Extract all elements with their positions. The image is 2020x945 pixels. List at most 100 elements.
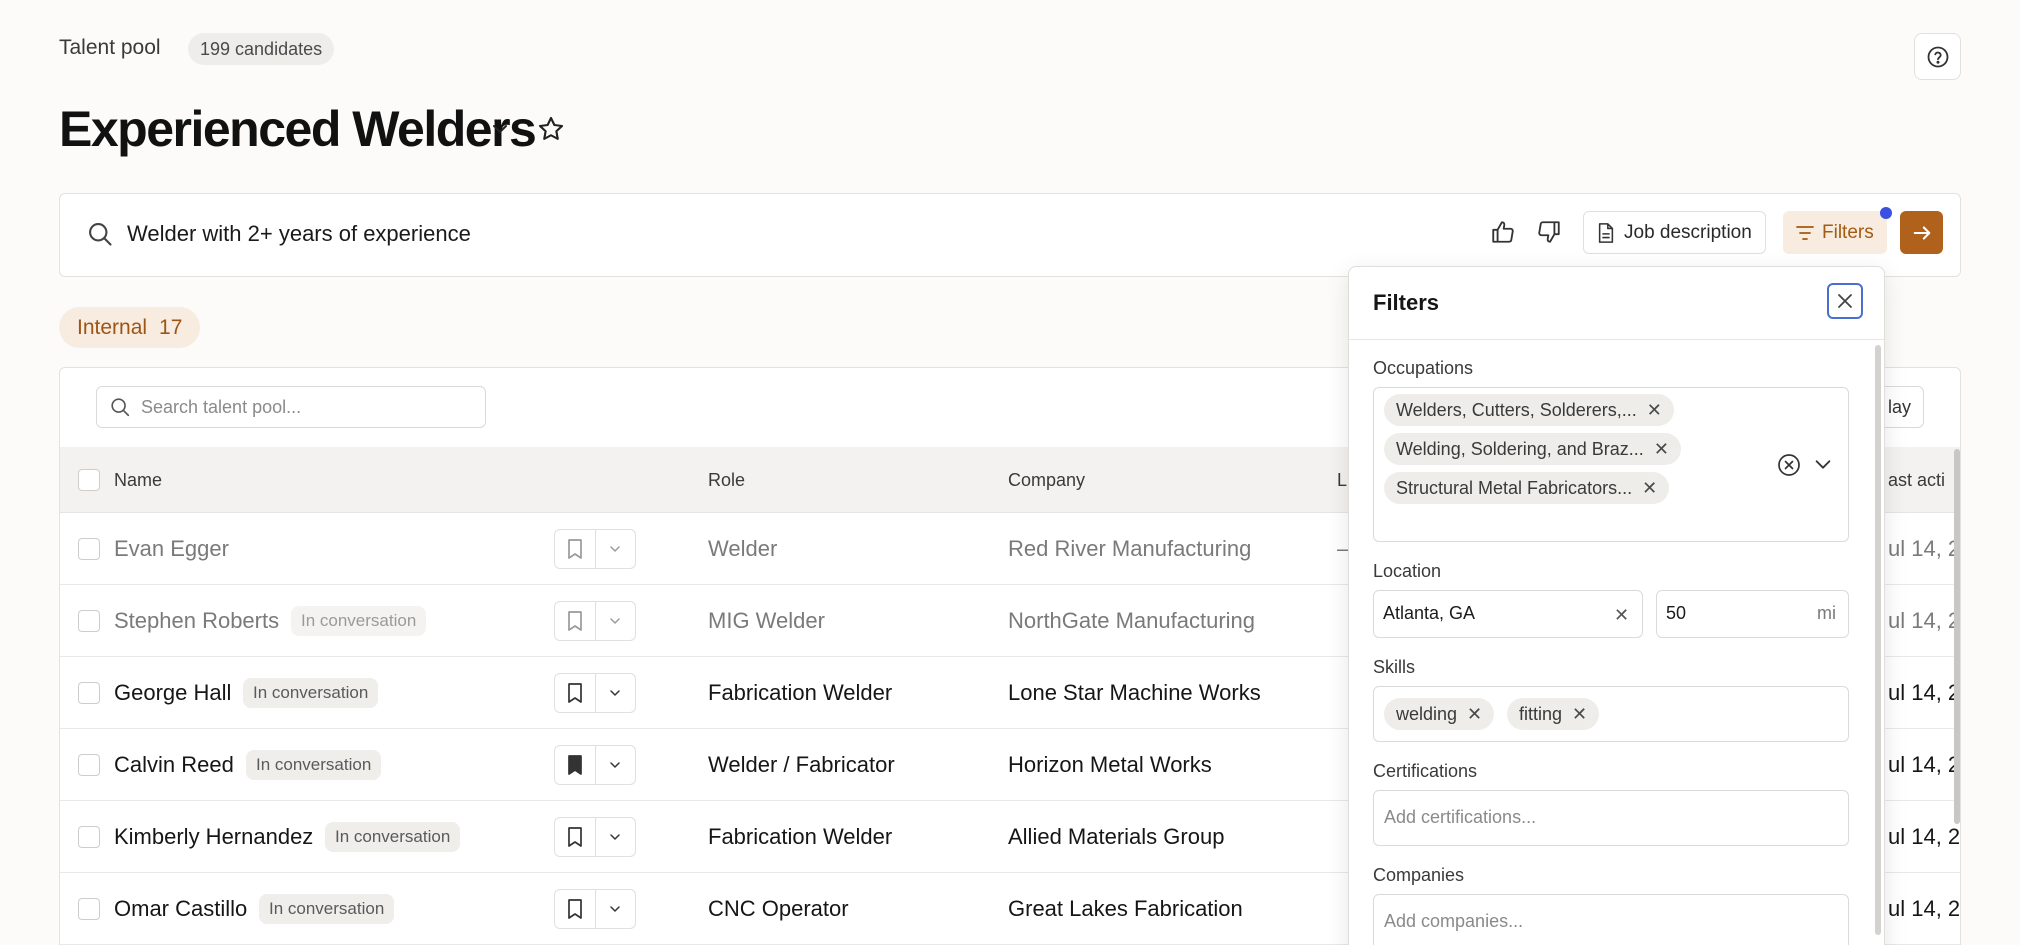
skill-chip-label: welding [1396, 703, 1458, 724]
tab-internal-label: Internal [77, 315, 148, 339]
table-scrollbar[interactable] [1954, 449, 1960, 824]
status-badge: In conversation [246, 750, 382, 780]
row-actions [554, 745, 636, 785]
companies-placeholder: Add companies... [1384, 911, 1524, 931]
occupation-chip-label: Welders, Cutters, Solderers,... [1396, 399, 1637, 420]
title-dropdown-chevron-icon[interactable] [488, 117, 512, 141]
occupations-chevron-down-icon[interactable] [1812, 453, 1834, 475]
help-icon [1926, 45, 1950, 69]
skill-chip: welding ✕ [1384, 698, 1495, 730]
row-select-checkbox[interactable] [78, 610, 100, 632]
document-icon [1597, 222, 1615, 243]
job-description-button[interactable]: Job description [1583, 211, 1766, 254]
candidate-last-activity: ul 14, 2 [1888, 536, 1961, 561]
row-select-checkbox[interactable] [78, 682, 100, 704]
status-badge: In conversation [291, 606, 427, 636]
bookmark-icon[interactable] [555, 674, 596, 712]
occupation-chip-label: Structural Metal Fabricators... [1396, 477, 1633, 498]
candidate-role: Welder [708, 536, 778, 561]
candidate-role: Welder / Fabricator [708, 752, 895, 777]
breadcrumb[interactable]: Talent pool [59, 36, 161, 60]
occupation-chip-label: Welding, Soldering, and Braz... [1396, 438, 1644, 459]
chevron-down-icon[interactable] [596, 530, 636, 568]
candidate-role: MIG Welder [708, 608, 825, 633]
submit-query-button[interactable] [1900, 211, 1943, 254]
remove-chip-icon[interactable]: ✕ [1642, 478, 1657, 499]
occupation-chip: Welding, Soldering, and Braz... ✕ [1384, 433, 1681, 465]
talent-pool-search-input[interactable] [141, 396, 461, 418]
clear-location-icon[interactable]: ✕ [1614, 605, 1629, 626]
row-select-checkbox[interactable] [78, 898, 100, 920]
bookmark-icon[interactable] [555, 602, 596, 640]
chevron-down-icon[interactable] [596, 746, 636, 784]
candidate-name[interactable]: Kimberly Hernandez [114, 824, 313, 850]
row-actions [554, 889, 636, 929]
skill-chip: fitting ✕ [1507, 698, 1600, 730]
radius-unit: mi [1817, 603, 1836, 623]
search-icon [86, 220, 114, 248]
bookmark-icon[interactable] [555, 818, 596, 856]
close-icon [1836, 292, 1854, 310]
candidate-name[interactable]: Calvin Reed [114, 752, 234, 778]
candidate-company: Great Lakes Fabrication [1008, 896, 1243, 921]
skills-label: Skills [1373, 657, 1416, 677]
bookmark-icon[interactable] [555, 890, 596, 928]
chevron-down-icon[interactable] [596, 674, 636, 712]
filters-scrollbar[interactable] [1875, 345, 1881, 935]
favorite-star-icon[interactable] [536, 114, 566, 144]
bookmark-icon[interactable] [555, 746, 596, 784]
filters-button[interactable]: Filters [1783, 211, 1887, 254]
close-filters-button[interactable] [1827, 283, 1863, 319]
column-header-role[interactable]: Role [708, 470, 745, 491]
candidate-name[interactable]: Stephen Roberts [114, 608, 279, 634]
candidate-last-activity: ul 14, 2 [1888, 608, 1961, 633]
tab-internal[interactable]: Internal 17 [59, 307, 201, 348]
chevron-down-icon[interactable] [596, 818, 636, 856]
candidate-role: Fabrication Welder [708, 680, 893, 705]
tab-internal-count: 17 [159, 315, 183, 339]
remove-chip-icon[interactable]: ✕ [1654, 439, 1669, 460]
column-header-name[interactable]: Name [114, 470, 162, 491]
row-select-checkbox[interactable] [78, 754, 100, 776]
chevron-down-icon[interactable] [596, 602, 636, 640]
search-icon [109, 396, 131, 418]
occupations-label: Occupations [1373, 358, 1474, 378]
certifications-placeholder: Add certifications... [1384, 807, 1537, 827]
candidate-name[interactable]: George Hall [114, 680, 231, 706]
row-select-checkbox[interactable] [78, 538, 100, 560]
bookmark-icon[interactable] [555, 530, 596, 568]
select-all-checkbox[interactable] [78, 469, 100, 491]
column-header-company[interactable]: Company [1008, 470, 1085, 491]
candidate-role: CNC Operator [708, 896, 849, 921]
job-description-label: Job description [1624, 221, 1752, 243]
remove-chip-icon[interactable]: ✕ [1467, 704, 1482, 725]
thumbs-up-icon[interactable] [1490, 219, 1516, 245]
location-value: Atlanta, GA [1383, 603, 1476, 623]
row-select-checkbox[interactable] [78, 826, 100, 848]
filters-panel-title: Filters [1373, 290, 1440, 315]
column-header-location[interactable]: L [1337, 470, 1347, 491]
column-header-last-activity[interactable]: ast acti [1888, 470, 1945, 491]
remove-chip-icon[interactable]: ✕ [1647, 400, 1662, 421]
candidate-last-activity: ul 14, 2 [1888, 824, 1961, 849]
candidate-name[interactable]: Evan Egger [114, 536, 229, 562]
row-actions [554, 601, 636, 641]
page-title: Experienced Welders [59, 101, 537, 157]
companies-label: Companies [1373, 865, 1465, 885]
candidate-company: NorthGate Manufacturing [1008, 608, 1256, 633]
certifications-label: Certifications [1373, 761, 1478, 781]
candidate-name[interactable]: Omar Castillo [114, 896, 247, 922]
candidate-company: Lone Star Machine Works [1008, 680, 1261, 705]
remove-chip-icon[interactable]: ✕ [1572, 704, 1587, 725]
help-button[interactable] [1914, 33, 1961, 80]
chevron-down-icon[interactable] [596, 890, 636, 928]
clear-all-icon[interactable] [1777, 453, 1801, 477]
candidate-count-badge: 199 candidates [188, 33, 335, 65]
candidate-last-activity: ul 14, 2 [1888, 680, 1961, 705]
skill-chip-label: fitting [1519, 703, 1563, 724]
query-input[interactable]: Welder with 2+ years of experience [127, 221, 471, 247]
thumbs-down-icon[interactable] [1536, 219, 1562, 245]
radius-value: 50 [1666, 603, 1687, 623]
candidate-last-activity: ul 14, 2 [1888, 752, 1961, 777]
talent-pool-search[interactable] [96, 386, 486, 428]
